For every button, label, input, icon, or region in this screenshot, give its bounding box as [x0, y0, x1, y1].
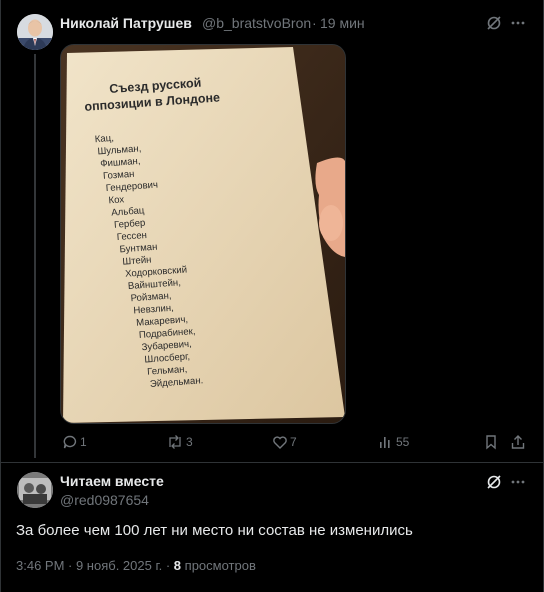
reply-views-label: просмотров [184, 558, 256, 573]
grok-icon[interactable] [484, 13, 504, 33]
paper-name-line: Кох [108, 194, 125, 206]
post-divider [0, 462, 544, 463]
reply-views-count: 8 [173, 558, 182, 573]
share-icon [511, 435, 525, 449]
reply-button[interactable]: 1 [62, 434, 87, 450]
author-name[interactable]: Николай Патрушев [60, 15, 192, 31]
share-button[interactable] [510, 434, 526, 450]
views-icon [380, 437, 390, 448]
left-border [0, 0, 1, 592]
thread-line [34, 54, 36, 458]
author-avatar[interactable] [17, 14, 53, 50]
repost-count: 3 [186, 435, 193, 449]
like-icon [273, 436, 287, 449]
grok-icon[interactable] [484, 472, 504, 492]
more-icon[interactable] [508, 472, 528, 492]
reply-count: 1 [80, 435, 87, 449]
reply-author-name[interactable]: Читаем вместе [60, 473, 164, 489]
reply-meta: 3:46 PM · 9 нояб. 2025 г. · 8 просмотров [16, 558, 256, 573]
bookmark-button[interactable] [483, 434, 499, 450]
like-button[interactable]: 7 [272, 434, 297, 450]
paper-name-line: Гербер [114, 218, 146, 231]
repost-icon [169, 435, 181, 449]
paper-illustration: Съезд русской оппозиции в Лондоне Кац,Шу… [61, 45, 345, 423]
paper-name-line: Гозман [103, 169, 135, 182]
more-icon[interactable] [508, 13, 528, 33]
post-image[interactable]: Съезд русской оппозиции в Лондоне Кац, Шу… [60, 44, 346, 424]
paper-name-line: Гессен [116, 230, 147, 243]
views-button[interactable]: 55 [378, 434, 409, 450]
post-actions: 1 3 7 55 [60, 434, 530, 454]
reply-avatar[interactable] [17, 472, 53, 508]
like-count: 7 [290, 435, 297, 449]
bookmark-icon [486, 435, 496, 450]
paper-name-line: Штейн [122, 255, 152, 268]
paper-name-line: Альбац [111, 205, 145, 218]
time-separator: · [312, 15, 317, 31]
reply-timestamp[interactable]: 3:46 PM · 9 нояб. 2025 г. · [16, 558, 170, 573]
reply-author-handle[interactable]: @red0987654 [60, 492, 149, 508]
author-handle[interactable]: @b_bratstvoBron [202, 15, 311, 31]
repost-button[interactable]: 3 [166, 434, 193, 450]
views-count: 55 [396, 435, 410, 449]
reply-text: За более чем 100 лет ни место ни состав … [16, 522, 413, 539]
paper-name-line: Кац, [94, 133, 114, 145]
post-time[interactable]: 19 мин [320, 15, 365, 31]
reply-icon [63, 435, 77, 449]
